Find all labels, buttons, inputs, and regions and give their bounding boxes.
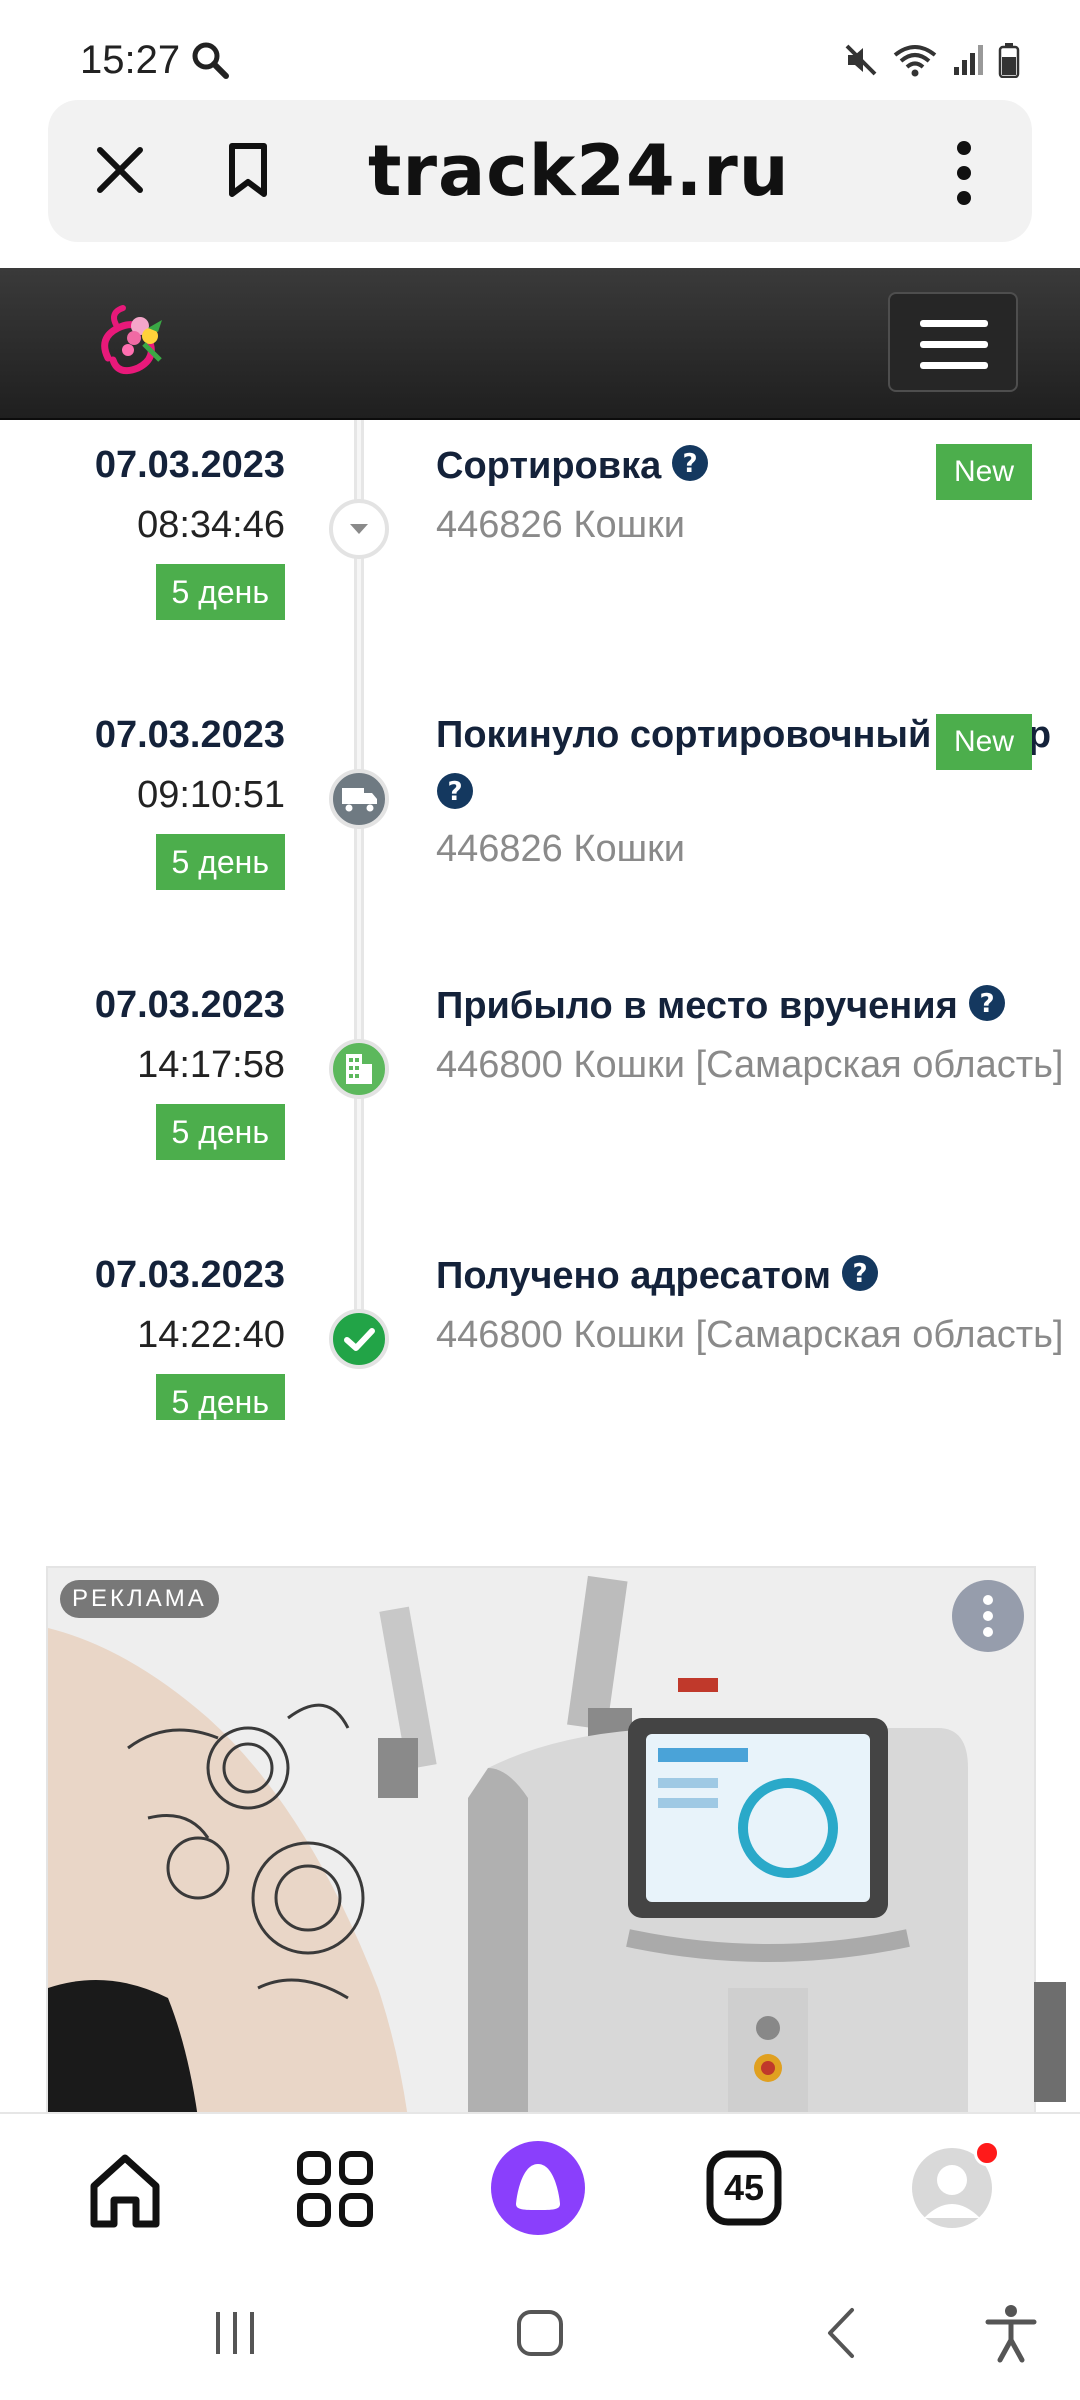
days-badge: 5 день — [155, 564, 285, 620]
apps-grid-icon[interactable] — [290, 2144, 380, 2234]
event-title-text: Прибыло в место вручения — [436, 985, 958, 1027]
ad-banner[interactable]: РЕКЛАМА — [46, 1566, 1036, 2116]
back-icon[interactable] — [808, 2298, 878, 2368]
timeline-event: 07.03.2023 14:17:58 5 день Прибыло в мес… — [0, 974, 1080, 1234]
svg-text:?: ? — [683, 449, 698, 479]
building-icon — [329, 1039, 389, 1099]
tracking-timeline: 07.03.2023 08:34:46 5 день Сортировка? 4… — [0, 420, 1080, 1420]
timeline-event: 07.03.2023 14:22:40 5 день Получено адре… — [0, 1244, 1080, 1420]
svg-text:?: ? — [979, 989, 994, 1019]
site-logo[interactable] — [88, 298, 174, 384]
event-time: 14:22:40 — [137, 1314, 285, 1356]
event-location: 446800 Кошки [Самарская область] — [436, 1314, 1064, 1356]
profile-avatar[interactable] — [910, 2140, 1000, 2230]
event-location: 446800 Кошки [Самарская область] — [436, 1044, 1064, 1086]
event-title-text: Сортировка — [436, 445, 662, 487]
alice-assistant-icon[interactable] — [490, 2140, 586, 2236]
tabs-counter-button[interactable]: 45 — [700, 2144, 790, 2234]
more-vert-icon[interactable] — [944, 138, 984, 208]
ad-options-icon[interactable] — [952, 1580, 1024, 1652]
new-badge: New — [936, 714, 1032, 770]
timeline-event: 07.03.2023 09:10:51 5 день Покинуло сорт… — [0, 704, 1080, 964]
event-date: 07.03.2023 — [94, 1254, 285, 1296]
wifi-icon — [893, 45, 937, 77]
browser-bottom-bar: 45 — [0, 2112, 1080, 2262]
status-icons — [844, 40, 1020, 80]
days-badge: 5 день — [155, 1104, 285, 1160]
event-date: 07.03.2023 — [94, 714, 285, 756]
event-time: 08:34:46 — [137, 504, 285, 546]
event-location: 446826 Кошки — [436, 504, 685, 546]
close-icon[interactable] — [88, 138, 152, 202]
days-badge: 5 день — [155, 834, 285, 890]
event-title: Сортировка? — [436, 444, 709, 488]
event-time: 09:10:51 — [137, 774, 285, 816]
help-icon[interactable]: ? — [968, 984, 1006, 1022]
help-icon[interactable]: ? — [841, 1254, 879, 1292]
svg-text:?: ? — [447, 777, 462, 807]
event-title: Получено адресатом? — [436, 1254, 879, 1298]
accessibility-icon[interactable] — [976, 2298, 1046, 2368]
status-bar: 15:27 — [0, 0, 1080, 100]
notification-dot — [974, 2140, 1000, 2166]
days-badge: 5 день — [155, 1374, 285, 1420]
svg-text:?: ? — [852, 1259, 867, 1289]
url-text[interactable]: track24.ru — [368, 130, 790, 212]
search-icon — [192, 42, 229, 79]
bookmark-icon[interactable] — [216, 138, 280, 202]
status-time: 15:27 — [80, 38, 181, 82]
battery-icon — [998, 43, 1020, 78]
recent-apps-icon[interactable] — [200, 2298, 270, 2368]
system-navigation-bar — [0, 2262, 1080, 2400]
home-icon[interactable] — [80, 2144, 170, 2234]
mute-icon — [845, 44, 877, 76]
browser-address-bar[interactable]: track24.ru — [48, 100, 1032, 242]
event-location: 446826 Кошки — [436, 828, 685, 870]
event-date: 07.03.2023 — [94, 984, 285, 1026]
event-title-text: Получено адресатом — [436, 1255, 832, 1297]
hamburger-menu-button[interactable] — [888, 292, 1018, 392]
truck-icon — [329, 769, 389, 829]
timeline-event: 07.03.2023 08:34:46 5 день Сортировка? 4… — [0, 434, 1080, 694]
site-header — [0, 268, 1080, 420]
chevron-down-icon — [329, 499, 389, 559]
event-date: 07.03.2023 — [94, 444, 285, 486]
ad-image[interactable] — [48, 1568, 1036, 2116]
event-title: Прибыло в место вручения? — [436, 984, 1006, 1028]
home-nav-icon[interactable] — [505, 2298, 575, 2368]
event-time: 14:17:58 — [137, 1044, 285, 1086]
check-circle-icon — [329, 1309, 389, 1369]
signal-icon — [954, 45, 983, 75]
scroll-handle[interactable] — [1034, 1982, 1066, 2102]
new-badge: New — [936, 444, 1032, 500]
help-icon[interactable]: ? — [671, 444, 709, 482]
tabs-count: 45 — [723, 2167, 765, 2208]
help-icon[interactable]: ? — [436, 772, 474, 810]
ad-label: РЕКЛАМА — [60, 1580, 219, 1618]
